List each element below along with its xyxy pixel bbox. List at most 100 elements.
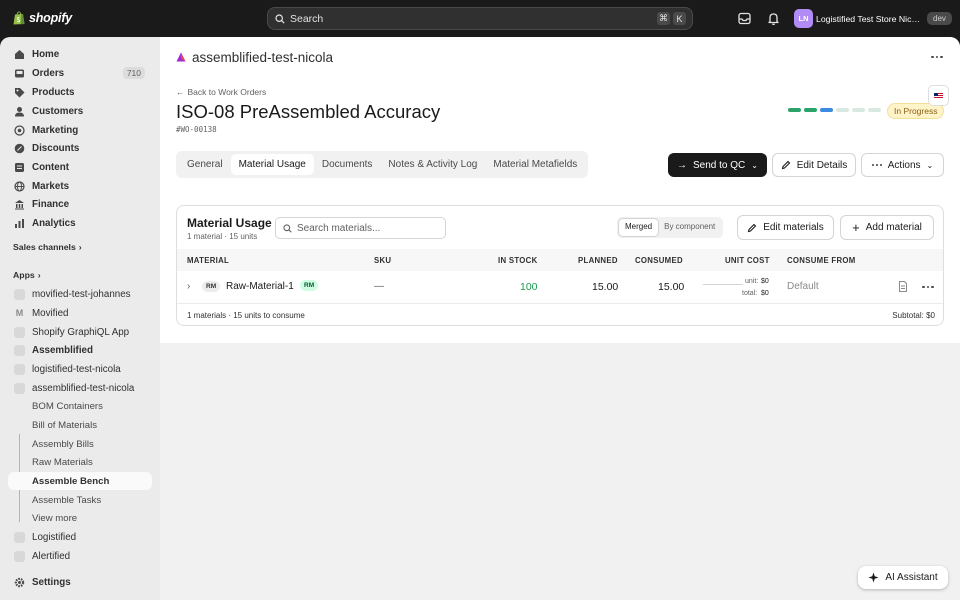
back-link[interactable]: ← Back to Work Orders: [176, 87, 266, 97]
tab-notes-activity-log[interactable]: Notes & Activity Log: [380, 154, 485, 175]
app-more-icon[interactable]: [930, 50, 944, 64]
sidebar-app-logistified[interactable]: Logistified: [8, 528, 152, 546]
search-placeholder: Search: [290, 12, 324, 25]
tab-documents[interactable]: Documents: [314, 154, 381, 175]
more-horizontal-icon: [871, 158, 882, 172]
sidebar-item-label: Marketing: [32, 124, 79, 136]
document-icon[interactable]: [898, 281, 908, 292]
top-bar: shopify Search ⌘ K LN Logistified Test S…: [0, 0, 960, 37]
unit-cost-value: $0: [761, 278, 769, 285]
assemblified-icon: [14, 344, 25, 356]
material-type-badge: RM: [202, 281, 221, 292]
brand-name: shopify: [29, 11, 73, 25]
sales-channels-label: Sales channels: [13, 242, 76, 252]
shortcut-key-cmd: ⌘: [657, 12, 670, 25]
inbox-icon: [15, 69, 24, 77]
sidebar-item-products[interactable]: Products: [8, 83, 152, 101]
store-name: Logistified Test Store Nicola: [816, 13, 922, 24]
subnav-assemble-tasks[interactable]: Assemble Tasks: [8, 491, 152, 509]
tab-general[interactable]: General: [179, 154, 231, 175]
actions-button[interactable]: Actions ⌄: [861, 153, 944, 177]
shopify-bag-icon: [13, 11, 25, 25]
sidebar-app-graphiql[interactable]: Shopify GraphiQL App: [8, 323, 152, 341]
movified-icon: [14, 288, 25, 300]
app-label: Shopify GraphiQL App: [32, 326, 130, 338]
material-consumed: 15.00: [658, 281, 685, 293]
tab-material-metafields[interactable]: Material Metafields: [485, 154, 585, 175]
edit-details-button[interactable]: Edit Details: [772, 153, 856, 177]
edit-materials-label: Edit materials: [763, 222, 824, 233]
sidebar-item-content[interactable]: Content: [8, 158, 152, 176]
sidebar-item-customers[interactable]: Customers: [8, 102, 152, 120]
consume-from-select[interactable]: Default: [787, 281, 819, 292]
actions-label: Actions: [887, 159, 921, 171]
subnav-assembly-bills[interactable]: Assembly Bills: [8, 435, 152, 453]
sidebar-item-label: Home: [32, 48, 60, 60]
inbox-icon[interactable]: [737, 11, 752, 26]
sidebar-app-assemblified[interactable]: Assemblified: [8, 341, 152, 359]
main-content: assemblified-test-nicola ← Back to Work …: [160, 37, 960, 600]
unit-cost-label: unit:: [745, 278, 759, 285]
work-order-id: #WO-00138: [176, 125, 217, 134]
sidebar-item-orders[interactable]: Orders 710: [8, 64, 152, 82]
subnav-view-more[interactable]: View more: [8, 509, 152, 527]
content-icon: [15, 162, 24, 172]
progress-step: [852, 108, 865, 112]
sidebar-app-movified-test-johannes[interactable]: movified-test-johannes: [8, 285, 152, 303]
sidebar-app-alertified[interactable]: Alertified: [8, 547, 152, 565]
alertified-icon: [14, 550, 25, 562]
total-cost-value: $0: [761, 290, 769, 297]
subnav-raw-materials[interactable]: Raw Materials: [8, 453, 152, 471]
table-row[interactable]: › RM Raw-Material-1 RM — 100 15.00 15.00…: [177, 271, 943, 304]
sidebar-app-logistified-test-nicola[interactable]: logistified-test-nicola: [8, 360, 152, 378]
add-material-button[interactable]: + Add material: [840, 215, 934, 240]
sidebar-item-finance[interactable]: Finance: [8, 195, 152, 213]
apps-toggle[interactable]: Apps ›: [13, 270, 41, 280]
view-merged-option[interactable]: Merged: [619, 219, 659, 236]
edit-materials-button[interactable]: Edit materials: [737, 215, 834, 240]
subnav-label: BOM Containers: [32, 400, 103, 412]
sidebar-item-marketing[interactable]: Marketing: [8, 121, 152, 139]
app-label: movified-test-johannes: [32, 288, 131, 300]
chevron-down-icon: ⌄: [751, 160, 758, 170]
store-switcher[interactable]: LN Logistified Test Store Nicola dev: [794, 9, 952, 28]
subnav-bill-of-materials[interactable]: Bill of Materials: [8, 416, 152, 434]
material-name[interactable]: Raw-Material-1: [226, 281, 294, 292]
bank-icon: [15, 199, 24, 209]
sidebar-item-analytics[interactable]: Analytics: [8, 214, 152, 232]
progress-step: [836, 108, 849, 112]
bell-icon[interactable]: [766, 11, 781, 26]
subnav-bom-containers[interactable]: BOM Containers: [8, 397, 152, 415]
sidebar-item-label: Markets: [32, 180, 70, 192]
materials-search-field[interactable]: [275, 217, 446, 239]
sidebar-item-label: Finance: [32, 198, 70, 210]
send-to-qc-button[interactable]: → Send to QC ⌄: [668, 153, 767, 177]
home-icon: [15, 49, 24, 59]
sidebar-item-settings[interactable]: Settings: [8, 573, 152, 591]
assemblified-logo-icon: [176, 52, 186, 62]
subnav-label: View more: [32, 512, 78, 524]
progress-step: [788, 108, 801, 112]
chevron-right-icon[interactable]: ›: [187, 281, 190, 292]
sidebar-item-discounts[interactable]: Discounts: [8, 139, 152, 157]
sidebar-item-label: Analytics: [32, 217, 76, 229]
sidebar-item-markets[interactable]: Markets: [8, 177, 152, 195]
ai-assistant-button[interactable]: AI Assistant: [858, 566, 948, 589]
sidebar-app-assemblified-test-nicola[interactable]: assemblified-test-nicola: [8, 379, 152, 397]
language-flag-button[interactable]: [928, 85, 949, 106]
sales-channels-toggle[interactable]: Sales channels ›: [13, 242, 82, 252]
footer-summary: 1 materials · 15 units to consume: [187, 311, 305, 320]
subnav-label: Bill of Materials: [32, 419, 98, 431]
subnav-assemble-bench[interactable]: Assemble Bench: [8, 472, 152, 490]
assemblified-test-icon: [14, 382, 25, 394]
row-more-icon[interactable]: [921, 280, 935, 294]
progress-step: [820, 108, 833, 112]
sidebar-item-label: Orders: [32, 67, 65, 79]
shopify-logo[interactable]: shopify: [13, 11, 72, 25]
materials-search-input[interactable]: [297, 222, 442, 234]
sidebar-app-movified[interactable]: M Movified: [8, 304, 152, 322]
sidebar-item-home[interactable]: Home: [8, 45, 152, 63]
tab-material-usage[interactable]: Material Usage: [230, 154, 314, 175]
global-search[interactable]: Search ⌘ K: [267, 7, 693, 30]
view-by-component-option[interactable]: By component: [658, 219, 721, 236]
